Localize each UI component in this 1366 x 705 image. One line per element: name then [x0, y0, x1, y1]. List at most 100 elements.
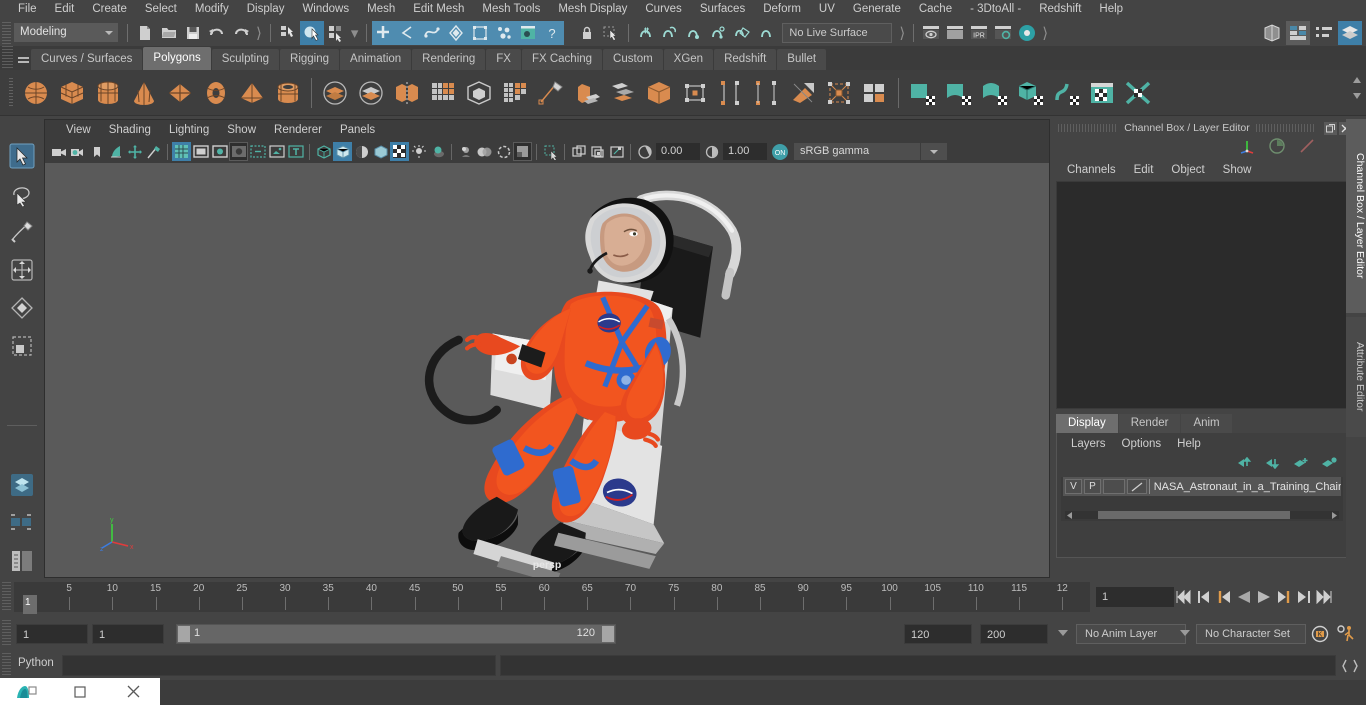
boolean-difference-icon[interactable]: [353, 75, 389, 111]
lasso-select-tool[interactable]: [2, 175, 42, 213]
dock-gripper-right[interactable]: [1255, 124, 1316, 132]
dock-gripper-left[interactable]: [1058, 124, 1119, 132]
menu-edit-mesh[interactable]: Edit Mesh: [404, 0, 473, 19]
shelf-scroll-up-icon[interactable]: [1350, 73, 1364, 87]
vertical-tab-channel-box[interactable]: Channel Box / Layer Editor: [1346, 119, 1366, 313]
layer-editor-menu-help[interactable]: Help: [1169, 438, 1209, 450]
new-layer-icon[interactable]: [1293, 456, 1309, 474]
show-hide-attribute-editor-icon[interactable]: [1286, 21, 1310, 45]
layer-list-horizontal-scrollbar[interactable]: [1065, 511, 1339, 519]
render-settings-icon[interactable]: [991, 21, 1015, 45]
time-slider-track[interactable]: 5 10 15 20 25 30 35 40 45 50 55 60 65 70 75 80 85 90 95 100…: [14, 582, 1090, 614]
script-editor-icon[interactable]: [1340, 656, 1360, 675]
single-perspective-layout[interactable]: [2, 466, 42, 504]
menu-surfaces[interactable]: Surfaces: [691, 0, 754, 19]
viewport-menu-view[interactable]: View: [57, 124, 100, 136]
xray-joints-icon[interactable]: [588, 142, 607, 161]
smooth-shade-icon[interactable]: [333, 142, 352, 161]
layer-visibility-toggle[interactable]: V: [1065, 479, 1082, 494]
auto-key-icon[interactable]: K: [1310, 624, 1330, 649]
close-icon[interactable]: [107, 678, 160, 705]
menu-display[interactable]: Display: [238, 0, 294, 19]
uv-cut-icon[interactable]: [904, 75, 940, 111]
multisample-icon[interactable]: [494, 142, 513, 161]
menu-mesh-display[interactable]: Mesh Display: [549, 0, 636, 19]
range-slider-bar[interactable]: 1 120: [176, 624, 616, 644]
play-forwards-icon[interactable]: [1256, 586, 1272, 608]
redshift-render-icon[interactable]: [1015, 21, 1039, 45]
menu-create[interactable]: Create: [83, 0, 136, 19]
step-forward-frame-icon[interactable]: [1276, 586, 1292, 608]
step-back-frame-icon[interactable]: [1216, 586, 1232, 608]
shelf-scroll-arrows[interactable]: [1350, 73, 1364, 103]
channel-box-icon[interactable]: [1238, 137, 1256, 160]
menu-file[interactable]: File: [9, 0, 46, 19]
layer-editor-tab-display[interactable]: Display: [1056, 414, 1118, 433]
smooth-icon[interactable]: [461, 75, 497, 111]
menu-windows[interactable]: Windows: [293, 0, 358, 19]
text-overlay-icon[interactable]: [286, 142, 305, 161]
select-uv-icon[interactable]: [420, 20, 445, 45]
step-forward-keyframe-icon[interactable]: [1296, 586, 1312, 608]
move-layer-down-icon[interactable]: [1265, 456, 1281, 474]
film-gate-icon[interactable]: [191, 142, 210, 161]
shelf-tab-rendering[interactable]: Rendering: [412, 49, 486, 70]
menu-curves[interactable]: Curves: [636, 0, 690, 19]
exposure-field[interactable]: 0.00: [656, 143, 700, 160]
undo-icon[interactable]: [205, 21, 229, 45]
shelf-tab-polygons[interactable]: Polygons: [143, 47, 211, 70]
layer-name-label[interactable]: NASA_Astronaut_in_a_Training_Chair: [1154, 481, 1341, 493]
new-scene-icon[interactable]: [133, 21, 157, 45]
shelf-tab-custom[interactable]: Custom: [603, 49, 663, 70]
color-management-on-icon[interactable]: ON: [769, 142, 790, 161]
range-end-time-field[interactable]: 120: [904, 624, 972, 644]
bookmark-icon[interactable]: [87, 142, 106, 161]
select-tool[interactable]: [2, 137, 42, 175]
wireframe-icon[interactable]: [314, 142, 333, 161]
make-live-icon[interactable]: [754, 21, 778, 45]
gamma-icon[interactable]: [702, 142, 721, 161]
select-edge-icon[interactable]: [396, 20, 421, 45]
shelf-tab-redshift[interactable]: Redshift: [714, 49, 777, 70]
four-view-layout[interactable]: [2, 504, 42, 542]
snap-point-icon[interactable]: [682, 21, 706, 45]
vertical-tab-attribute-editor[interactable]: Attribute Editor: [1346, 317, 1366, 437]
redo-icon[interactable]: [229, 21, 253, 45]
shelf-row-gripper[interactable]: [4, 73, 18, 113]
command-language-label[interactable]: Python: [18, 657, 54, 669]
shelf-tab-fx[interactable]: FX: [486, 49, 521, 70]
uv-snapshot-icon[interactable]: [1048, 75, 1084, 111]
poly-cube-icon[interactable]: [54, 75, 90, 111]
current-frame-indicator[interactable]: 1: [23, 595, 37, 614]
boolean-union-icon[interactable]: [317, 75, 353, 111]
undock-icon[interactable]: [1324, 121, 1337, 135]
menu-edit[interactable]: Edit: [46, 0, 84, 19]
viewport-menu-panels[interactable]: Panels: [331, 124, 384, 136]
uv-editor-icon[interactable]: [857, 75, 893, 111]
move-tool[interactable]: [2, 251, 42, 289]
toolbar-expand-marker[interactable]: ▾: [348, 24, 362, 42]
anim-layer-dropdown-arrow[interactable]: [1058, 630, 1068, 636]
shelf-tab-fx-caching[interactable]: FX Caching: [521, 49, 603, 70]
menu-mesh[interactable]: Mesh: [358, 0, 404, 19]
snap-curve-icon[interactable]: [658, 21, 682, 45]
grease-pencil-icon[interactable]: [144, 142, 163, 161]
layer-editor-tab-render[interactable]: Render: [1118, 414, 1181, 433]
select-by-object-icon[interactable]: [299, 20, 324, 45]
select-vertex-icon[interactable]: [372, 20, 397, 45]
scroll-right-arrow-icon[interactable]: [1329, 511, 1339, 519]
scroll-left-arrow-icon[interactable]: [1065, 511, 1075, 519]
display-layer-row[interactable]: V P NASA_Astronaut_in_a_Training_Chair: [1063, 477, 1341, 496]
xray-icon[interactable]: [569, 142, 588, 161]
grid-toggle-icon[interactable]: [172, 142, 191, 161]
append-polygon-icon[interactable]: [677, 75, 713, 111]
uv-layout-icon[interactable]: [1012, 75, 1048, 111]
show-hide-channel-box-icon[interactable]: [1338, 21, 1362, 45]
layer-display-type-toggle[interactable]: [1102, 479, 1125, 494]
select-camera-icon[interactable]: [49, 142, 68, 161]
bevel-icon[interactable]: [605, 75, 641, 111]
shadows-icon[interactable]: [428, 142, 447, 161]
new-layer-from-selected-icon[interactable]: [1321, 456, 1337, 474]
bridge-icon[interactable]: [641, 75, 677, 111]
lock-icon[interactable]: [575, 21, 599, 45]
